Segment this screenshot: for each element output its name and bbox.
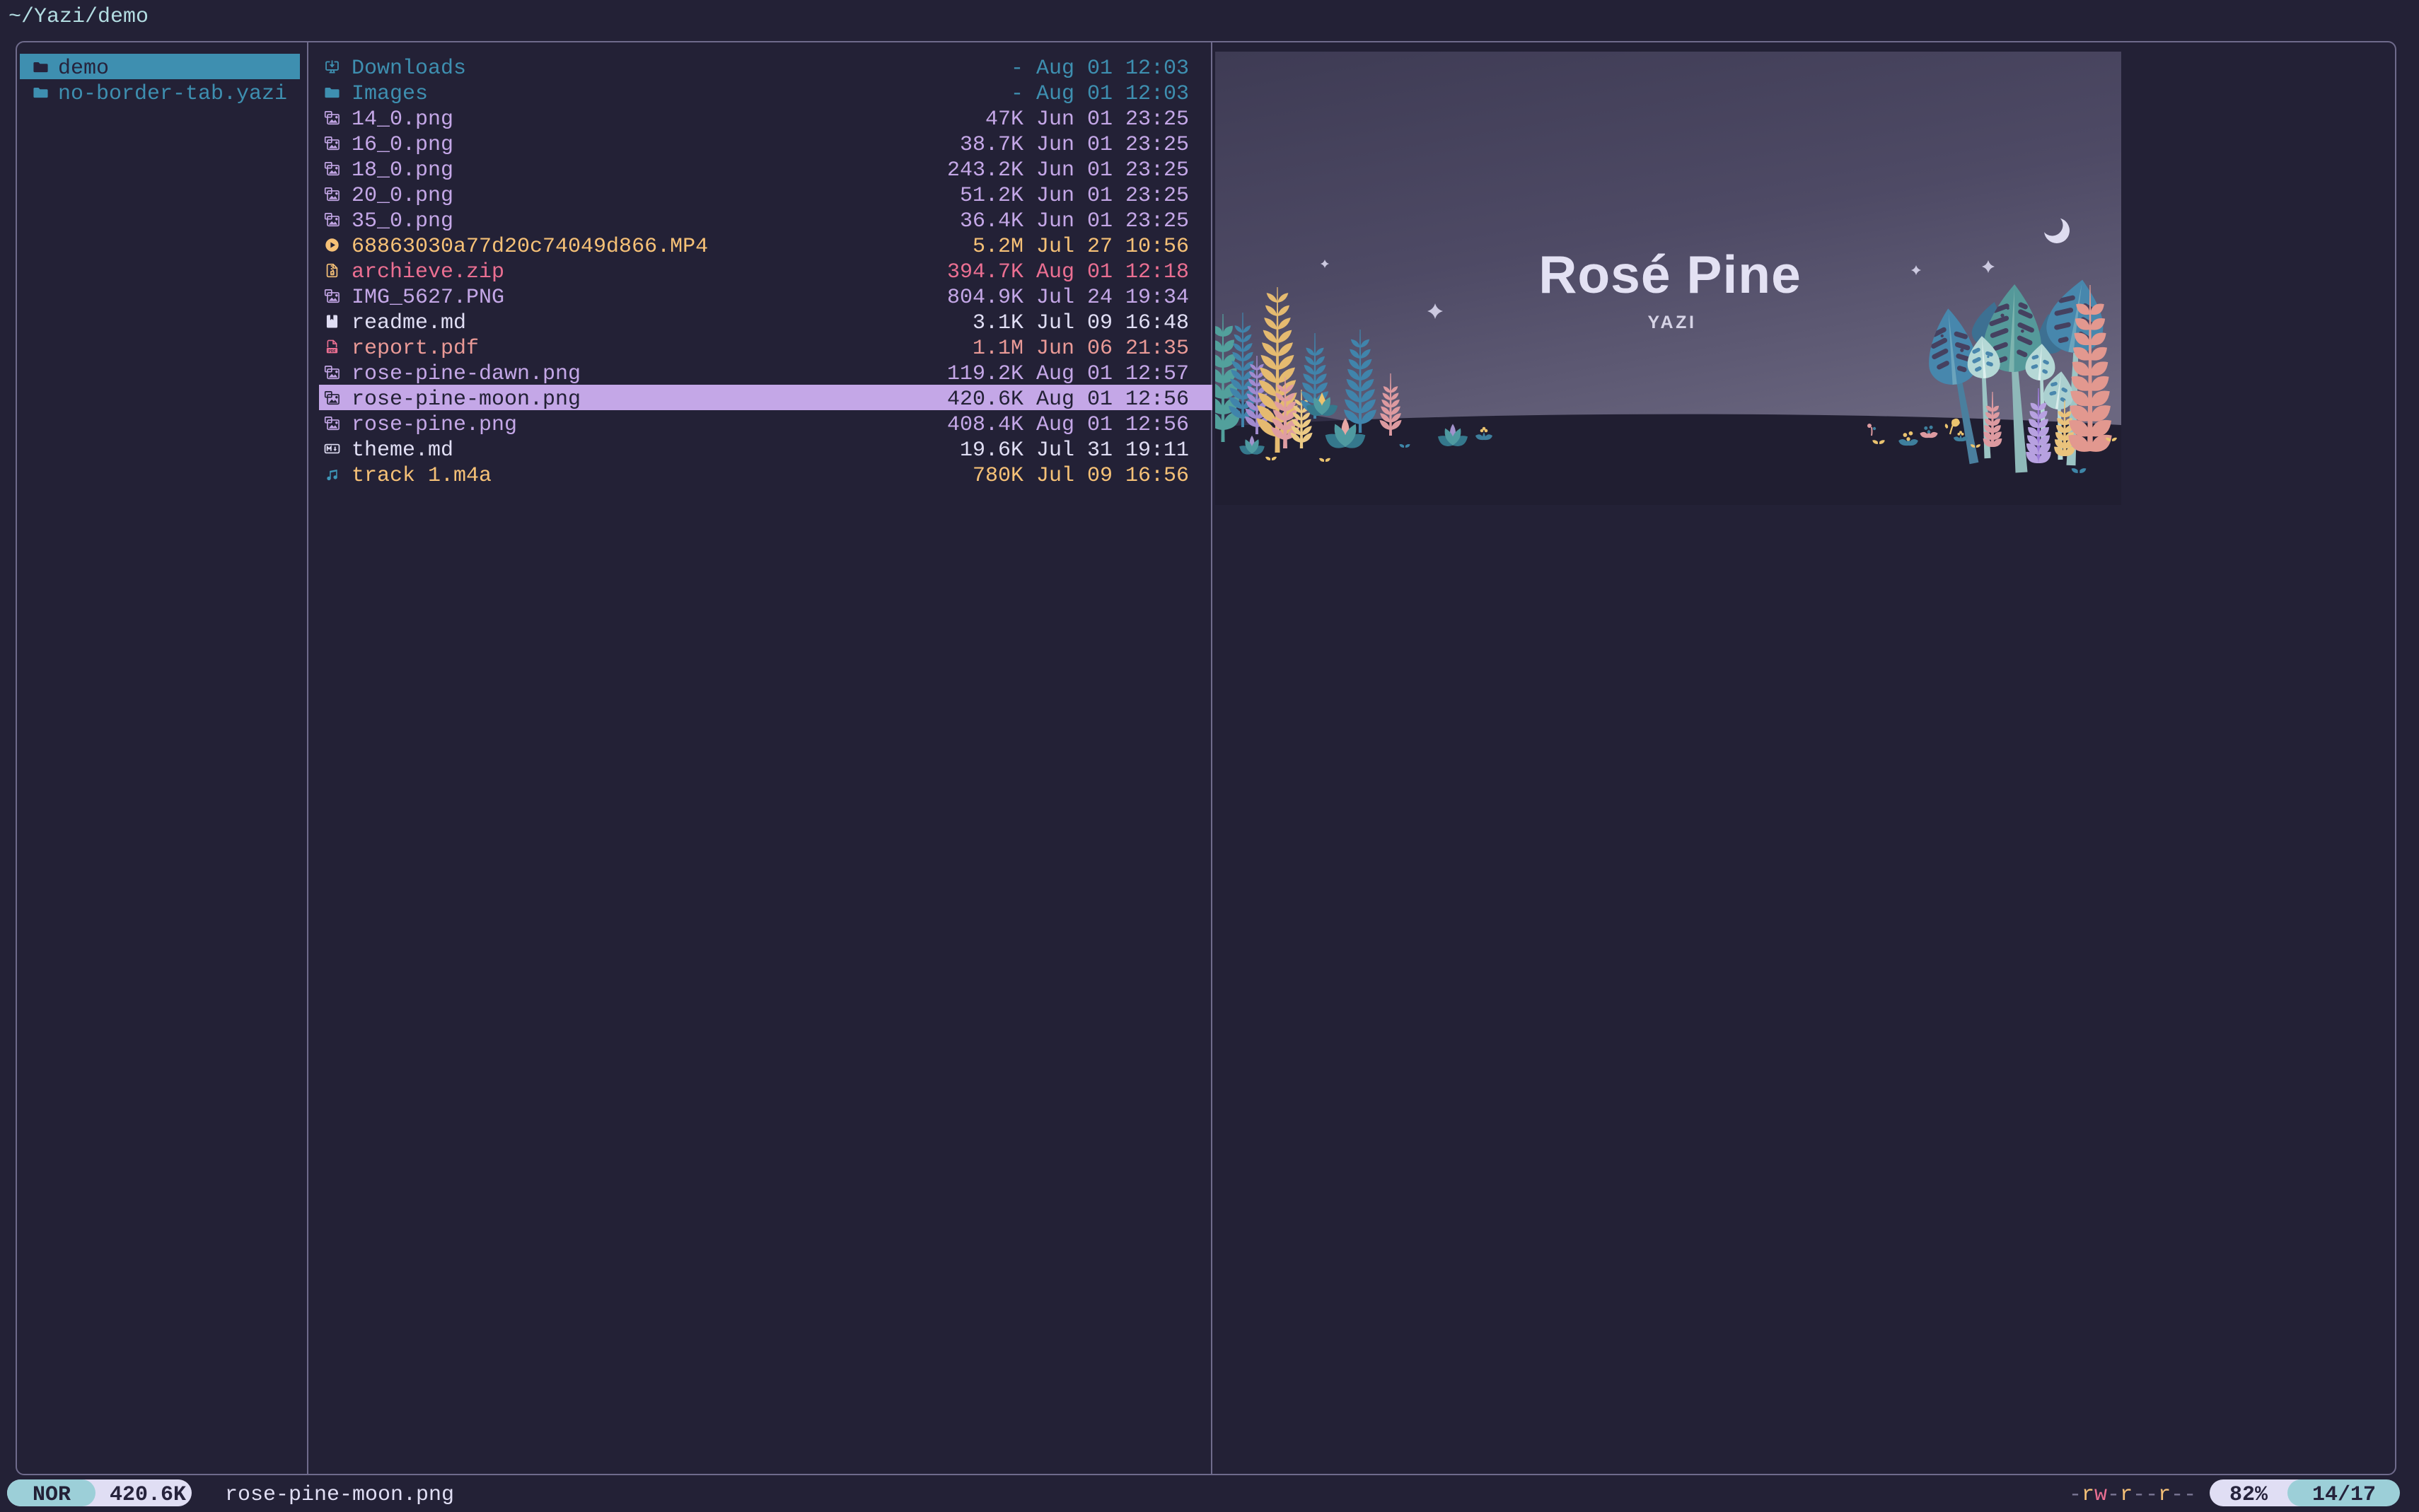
svg-text:PDF: PDF: [328, 349, 335, 354]
svg-text:Rosé Pine: Rosé Pine: [1538, 245, 1802, 304]
svg-text:YAZI: YAZI: [1647, 313, 1696, 332]
